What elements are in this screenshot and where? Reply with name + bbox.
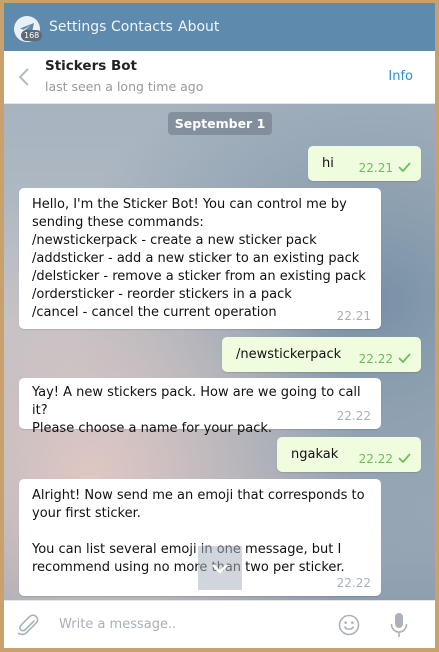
chevron-left-icon[interactable] [18,67,30,91]
message-meta: 22.21 [359,161,411,176]
message-composer: Write a message.. [4,600,435,648]
message-text: Hello, I'm the Sticker Bot! You can cont… [32,197,366,320]
microphone-icon[interactable] [390,612,408,642]
message-meta: 22.22 [359,352,411,367]
check-icon [398,452,411,466]
paperclip-icon[interactable] [17,613,39,641]
message-meta: 22.22 [337,576,371,590]
message-text: ngakak [291,447,339,462]
menu-contacts[interactable]: Contacts [111,3,173,51]
message-time: 22.22 [336,409,371,423]
chat-status: last seen a long time ago [45,79,204,94]
message-bubble-outgoing[interactable]: hi 22.21 [308,146,421,181]
menu-settings[interactable]: Settings [49,3,106,51]
message-text: Yay! A new stickers pack. How are we goi… [32,385,361,436]
chat-title: Stickers Bot [45,58,137,74]
message-bubble-incoming[interactable]: Hello, I'm the Sticker Bot! You can cont… [19,188,381,329]
check-icon [398,161,411,175]
message-time: 22.21 [336,309,371,323]
message-text: hi [322,156,334,171]
telegram-window: 168 Settings Contacts About Stickers Bot… [4,3,435,648]
message-time: 22.22 [358,351,393,366]
message-meta: 22.22 [337,409,371,423]
message-time: 22.22 [358,451,393,466]
message-time: 22.22 [336,576,371,590]
chevron-down-icon [212,564,228,574]
scroll-down-button[interactable] [198,546,242,590]
menu-about[interactable]: About [178,3,219,51]
message-area[interactable]: September 1 hi 22.21 Hello, I'm the Stic… [4,104,435,600]
message-meta: 22.22 [359,452,411,467]
check-icon [398,352,411,366]
info-button[interactable]: Info [388,69,413,84]
message-bubble-outgoing[interactable]: ngakak 22.22 [277,437,421,472]
message-bubble-incoming[interactable]: Yay! A new stickers pack. How are we goi… [19,378,381,436]
unread-badge: 168 [21,30,43,41]
message-meta: 22.21 [337,309,371,323]
top-bar: 168 Settings Contacts About [4,3,435,51]
date-separator: September 1 [168,112,272,135]
message-bubble-outgoing[interactable]: /newstickerpack 22.22 [222,337,421,372]
message-input[interactable]: Write a message.. [59,617,176,632]
smiley-icon[interactable] [338,614,360,640]
message-text: /newstickerpack [236,347,342,362]
chat-header: Stickers Bot last seen a long time ago I… [4,51,435,104]
message-time: 22.21 [358,160,393,175]
